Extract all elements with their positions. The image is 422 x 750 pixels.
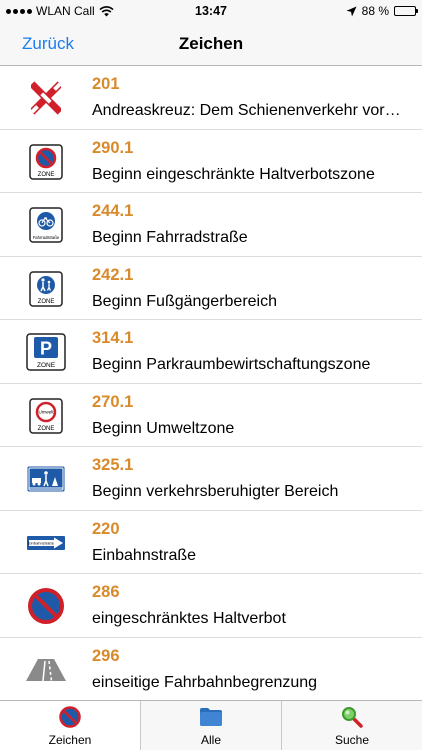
sign-number: 296 — [92, 646, 120, 665]
sign-number: 286 — [92, 583, 120, 601]
sign-description: eingeschränktes Haltverbot — [92, 610, 286, 627]
no-stopping-icon — [57, 705, 83, 729]
sign-description: Beginn Fußgängerbereich — [92, 292, 278, 310]
tab-suche[interactable]: Suche — [281, 701, 422, 750]
sign-number: 244.1 — [92, 202, 134, 220]
sign-number: 325.1 — [92, 456, 134, 474]
sign-number: 270.1 — [92, 392, 134, 411]
list-item[interactable]: P ZONE 314.1 Beginn Parkraumbewirtschaft… — [0, 320, 422, 384]
battery-icon — [394, 6, 418, 16]
sign-number: 314.1 — [92, 329, 134, 347]
sign-fahrrad-text: Fahrradstraße — [33, 235, 60, 240]
tab-alle[interactable]: Alle — [140, 701, 281, 750]
fussgaengerbereich-icon: ZONE — [26, 270, 66, 307]
verkehrsberuhigt-icon — [26, 461, 66, 497]
sign-description: Beginn Umweltzone — [92, 419, 235, 437]
list-item[interactable]: Einbahnstraße 220 Einbahnstraße — [0, 511, 422, 574]
fahrradstrasse-icon: Fahrradstraße — [26, 207, 66, 243]
list-item[interactable]: 296 einseitige Fahrbahnbegrenzung — [0, 638, 422, 701]
sign-description: Beginn verkehrsberuhigter Bereich — [92, 483, 339, 500]
sign-number: 220 — [92, 519, 120, 538]
haltverbot-icon — [26, 588, 66, 624]
sign-description: Beginn Fahrradstraße — [92, 229, 248, 246]
umweltzone-icon: Umwelt ZONE — [26, 397, 66, 434]
list-item[interactable]: ZONE 290.1 Beginn eingeschränkte Haltver… — [0, 130, 422, 193]
sign-description: Einbahnstraße — [92, 546, 197, 564]
page-title: Zeichen — [178, 34, 244, 53]
sign-number: 201 — [92, 75, 120, 93]
list-item[interactable]: 325.1 Beginn verkehrsberuhigter Bereich — [0, 447, 422, 511]
tab-bar: Zeichen Alle Suche — [0, 700, 422, 750]
sign-number: 242.1 — [92, 265, 134, 284]
list-item[interactable]: Umwelt ZONE 270.1 Beginn Umweltzone — [0, 384, 422, 447]
haltverbotszone-icon: ZONE — [26, 143, 66, 180]
location-arrow-icon — [346, 6, 357, 16]
tab-label: Zeichen — [48, 733, 92, 747]
sign-einbahn-text: Einbahnstraße — [28, 540, 55, 545]
list-item[interactable]: 286 eingeschränktes Haltverbot — [0, 574, 422, 638]
sign-zone-text: ZONE — [38, 426, 55, 432]
sign-list[interactable]: 201 Andreaskreuz: Dem Schienenverkehr vo… — [0, 66, 422, 700]
sign-zone-text: ZONE — [38, 299, 55, 305]
sign-description: Andreaskreuz: Dem Schienenverkehr vor… — [92, 102, 401, 119]
status-right: 88 % — [346, 4, 418, 18]
sign-description: Beginn Parkraumbewirtschaftungszone — [92, 356, 371, 373]
battery-percent: 88 % — [361, 4, 389, 18]
tab-label: Alle — [200, 733, 221, 747]
sign-number: 290.1 — [92, 138, 134, 157]
sign-zone-text: ZONE — [37, 362, 56, 369]
list-item[interactable]: ZONE 242.1 Beginn Fußgängerbereich — [0, 257, 422, 320]
parkzone-icon: P ZONE — [26, 333, 66, 371]
tab-zeichen[interactable]: Zeichen — [0, 701, 140, 750]
list-item[interactable]: 201 Andreaskreuz: Dem Schienenverkehr vo… — [0, 66, 422, 130]
sign-zone-text: ZONE — [38, 172, 55, 178]
list-item[interactable]: Fahrradstraße 244.1 Beginn Fahrradstraße — [0, 193, 422, 257]
tab-label: Suche — [334, 733, 370, 747]
sign-description: Beginn eingeschränkte Haltverbotszone — [92, 165, 375, 183]
einbahnstrasse-icon: Einbahnstraße — [26, 525, 66, 561]
sign-umwelt-text: Umwelt — [38, 409, 54, 414]
folder-icon — [198, 705, 224, 729]
andreaskreuz-icon — [26, 80, 66, 116]
navigation-bar: Zurück Zeichen — [0, 22, 422, 66]
sign-description: einseitige Fahrbahnbegrenzung — [92, 673, 318, 691]
sign-parking-text: P — [40, 339, 52, 359]
fahrbahnbegrenzung-icon — [26, 652, 66, 688]
magnifier-icon — [339, 705, 365, 729]
status-bar: WLAN Call 13:47 88 % — [0, 0, 422, 22]
